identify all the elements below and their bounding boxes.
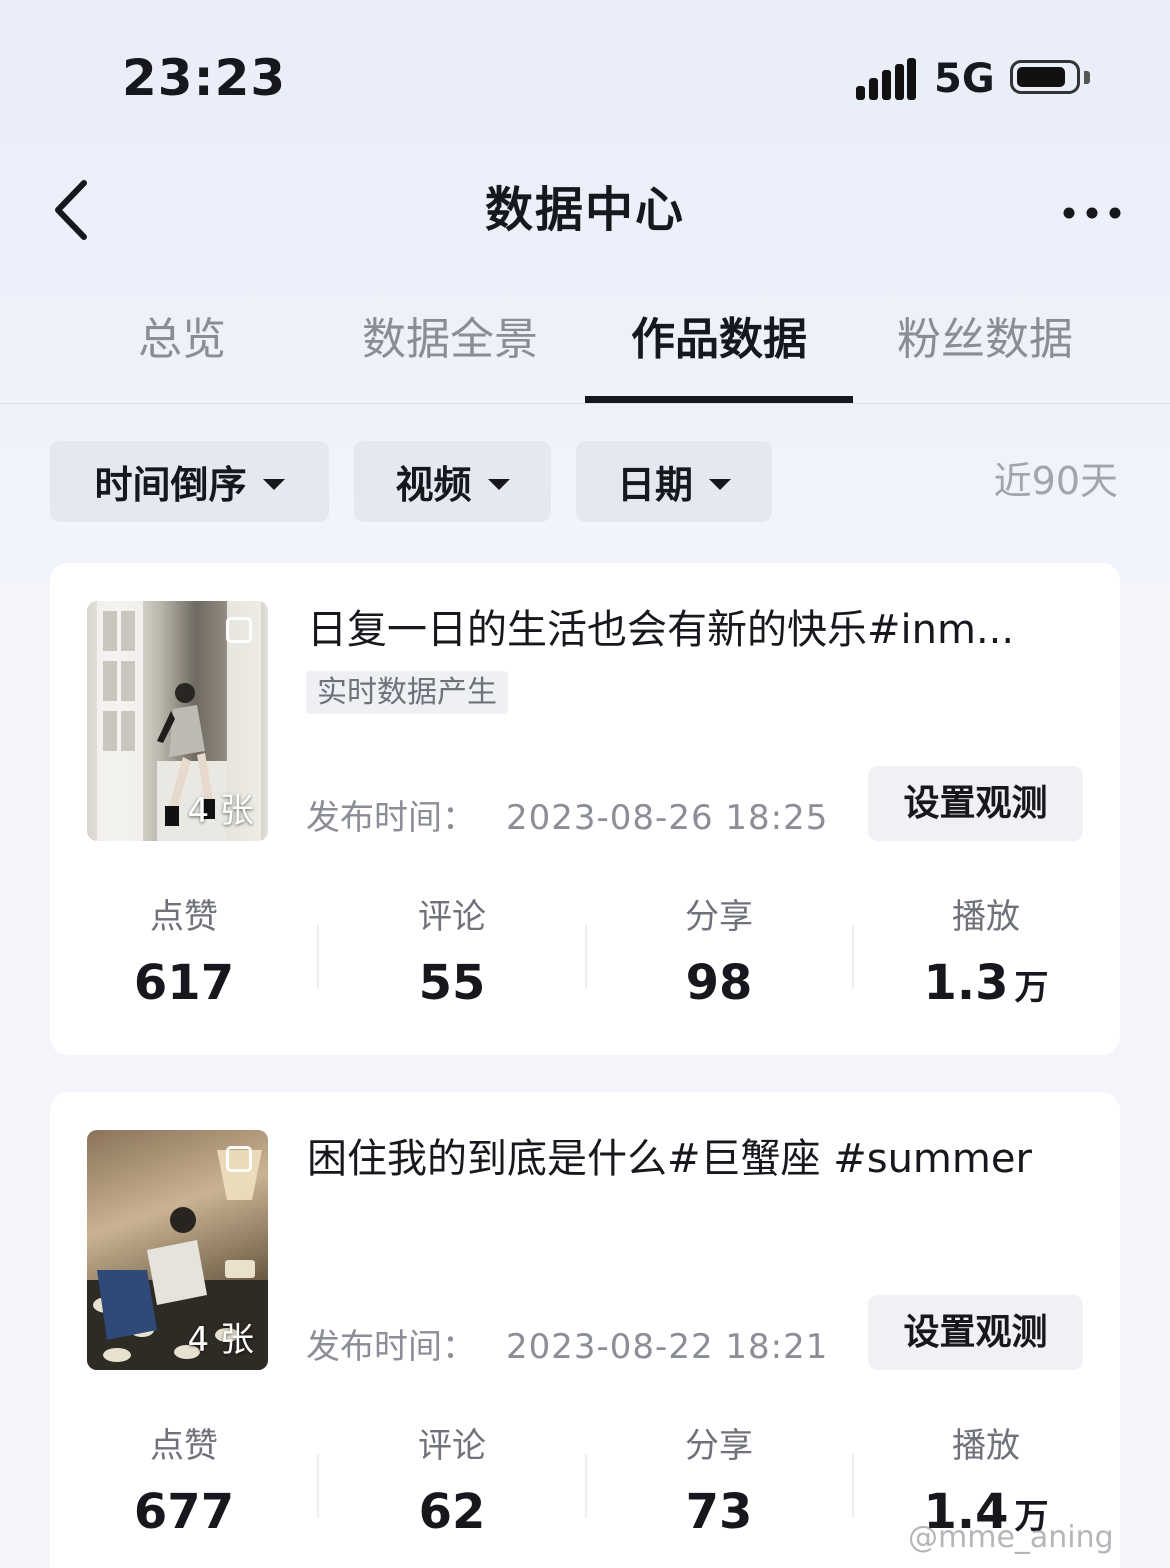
metric-likes-value: 677: [133, 1484, 235, 1540]
metric-plays-value: 1.3 万: [852, 953, 1120, 1018]
watermark: @mme_aning: [908, 1520, 1114, 1555]
tab-fans-data[interactable]: 粉丝数据: [875, 308, 1095, 372]
cellular-signal-icon: [856, 58, 916, 100]
more-options-icon[interactable]: [1060, 196, 1124, 230]
metric-plays-label: 播放: [952, 1426, 1020, 1466]
set-observe-button[interactable]: 设置观测: [868, 1295, 1083, 1370]
metric-plays-unit: 万: [1014, 968, 1049, 1008]
metric-comments-value: 55: [418, 955, 486, 1011]
multi-image-icon: [226, 1146, 252, 1172]
caret-down-icon: [709, 479, 731, 490]
caret-down-icon: [487, 479, 510, 490]
realtime-data-tag: 实时数据产生: [306, 671, 508, 714]
tab-data-panorama[interactable]: 数据全景: [340, 308, 560, 372]
publish-time-label: 发布时间：: [306, 798, 476, 838]
publish-time-value: 2023-08-22 18:21: [506, 1327, 829, 1367]
status-time: 23:23: [122, 49, 287, 107]
metric-shares-label: 分享: [685, 1426, 753, 1466]
tabs-divider: [0, 403, 1170, 404]
set-observe-button[interactable]: 设置观测: [868, 766, 1083, 841]
type-filter-dropdown[interactable]: 视频: [354, 441, 551, 522]
image-count: 4 张: [187, 791, 254, 831]
battery-icon: [1010, 60, 1080, 94]
network-type: 5G: [934, 56, 995, 102]
metric-shares-value: 73: [685, 1484, 753, 1540]
metric-comments-value: 62: [418, 1484, 486, 1540]
post-thumbnail[interactable]: 4 张: [87, 601, 268, 841]
metric-plays-label: 播放: [952, 897, 1020, 937]
caret-down-icon: [262, 479, 285, 490]
publish-time: 发布时间： 2023-08-26 18:25: [306, 794, 828, 842]
publish-time-label: 发布时间：: [306, 1327, 476, 1367]
publish-time: 发布时间： 2023-08-22 18:21: [306, 1323, 828, 1371]
active-tab-indicator: [585, 396, 853, 403]
post-thumbnail[interactable]: 4 张: [87, 1130, 268, 1370]
metric-shares-label: 分享: [685, 897, 753, 937]
metric-likes-value: 617: [133, 955, 235, 1011]
metric-likes-label: 点赞: [150, 1426, 218, 1466]
post-title[interactable]: 困住我的到底是什么#巨蟹座 #summer: [307, 1131, 1087, 1187]
date-filter-dropdown[interactable]: 日期: [576, 441, 772, 522]
multi-image-icon: [226, 617, 252, 643]
sort-filter-label: 时间倒序: [94, 463, 247, 507]
metric-shares-value: 98: [685, 955, 753, 1011]
type-filter-label: 视频: [395, 463, 472, 507]
metric-comments-label: 评论: [418, 897, 486, 937]
metric-plays-number: 1.3: [923, 955, 1009, 1011]
battery-cap: [1084, 71, 1090, 84]
tab-overview[interactable]: 总览: [90, 308, 274, 372]
sort-filter-dropdown[interactable]: 时间倒序: [50, 441, 329, 522]
date-range-label: 近90天: [993, 459, 1118, 503]
image-count: 4 张: [187, 1320, 254, 1360]
publish-time-value: 2023-08-26 18:25: [506, 798, 829, 838]
page-title: 数据中心: [484, 182, 685, 238]
metric-likes-label: 点赞: [150, 897, 218, 937]
post-title[interactable]: 日复一日的生活也会有新的快乐#inm...: [307, 602, 1087, 658]
date-filter-label: 日期: [616, 463, 693, 507]
tab-works-data[interactable]: 作品数据: [600, 308, 838, 372]
metric-comments-label: 评论: [418, 1426, 486, 1466]
